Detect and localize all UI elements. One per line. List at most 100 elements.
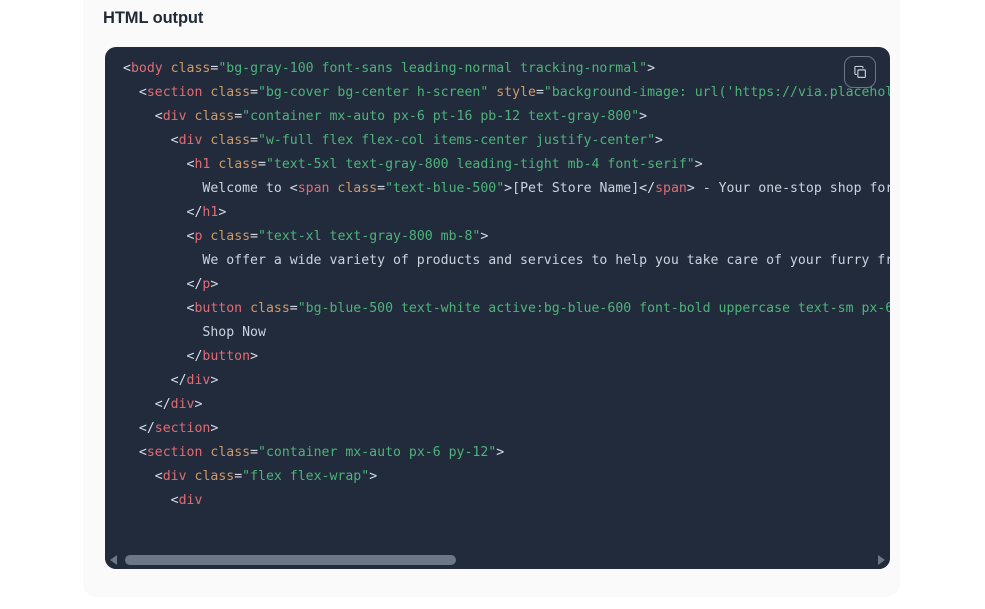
code-token-punct: < bbox=[289, 181, 298, 196]
copy-code-button[interactable] bbox=[844, 56, 876, 88]
code-line: </div> bbox=[123, 369, 890, 393]
code-token-eq: = bbox=[250, 85, 259, 100]
code-token-attr: class bbox=[210, 85, 251, 100]
code-token-punct: > bbox=[694, 157, 703, 172]
code-token-punct: > bbox=[194, 397, 203, 412]
code-line: Welcome to <span class="text-blue-500">[… bbox=[123, 177, 890, 201]
code-token-eq: = bbox=[234, 469, 243, 484]
code-token-punct: > bbox=[504, 181, 513, 196]
code-token-tag: section bbox=[146, 85, 203, 100]
code-token-tag: div bbox=[186, 373, 211, 388]
code-token-tag: h1 bbox=[194, 157, 211, 172]
scroll-right-arrow-icon[interactable] bbox=[873, 551, 890, 569]
code-scroll-viewport[interactable]: <body class="bg-gray-100 font-sans leadi… bbox=[105, 47, 890, 551]
code-token-attr: class bbox=[194, 469, 235, 484]
code-token-punct: < bbox=[138, 85, 147, 100]
code-line: <h1 class="text-5xl text-gray-800 leadin… bbox=[123, 153, 890, 177]
code-token-attr: style bbox=[496, 85, 536, 100]
code-line: <div class="container mx-auto px-6 pt-16… bbox=[123, 105, 890, 129]
code-token-tag: div bbox=[162, 469, 187, 484]
code-line: <button class="bg-blue-500 text-white ac… bbox=[123, 297, 890, 321]
code-token-tag: span bbox=[297, 181, 330, 196]
scrollbar-track[interactable] bbox=[122, 551, 873, 569]
scroll-left-arrow-icon[interactable] bbox=[105, 551, 122, 569]
code-token-eq: = bbox=[289, 301, 298, 316]
code-token-str: "text-blue-500" bbox=[385, 181, 505, 196]
code-token-punct: > bbox=[218, 205, 227, 220]
code-token-eq: = bbox=[234, 109, 243, 124]
scrollbar-thumb[interactable] bbox=[125, 555, 456, 565]
code-line: <section class="bg-cover bg-center h-scr… bbox=[123, 81, 890, 105]
code-token-text: - Your one-stop shop for al bbox=[702, 181, 890, 196]
code-token-str: "container mx-auto px-6 py-12" bbox=[258, 445, 497, 460]
code-token-str: "text-5xl text-gray-800 leading-tight mb… bbox=[265, 157, 695, 172]
code-token-eq: = bbox=[250, 133, 259, 148]
code-token-attr: class bbox=[210, 445, 251, 460]
code-token-punct: </ bbox=[154, 397, 171, 412]
code-lines: <body class="bg-gray-100 font-sans leadi… bbox=[105, 57, 890, 513]
code-line: </p> bbox=[123, 273, 890, 297]
code-line: </button> bbox=[123, 345, 890, 369]
code-line: </div> bbox=[123, 393, 890, 417]
code-token-str: "container mx-auto px-6 pt-16 pb-12 text… bbox=[242, 109, 640, 124]
code-token-eq: = bbox=[250, 229, 259, 244]
code-token-punct: </ bbox=[639, 181, 656, 196]
code-token-punct: < bbox=[154, 109, 163, 124]
code-token-punct: > bbox=[369, 469, 378, 484]
code-token-attr: class bbox=[194, 109, 235, 124]
code-token-eq: = bbox=[377, 181, 386, 196]
code-token-tag: section bbox=[146, 445, 203, 460]
code-token-text: Welcome to bbox=[202, 181, 290, 196]
page-title: HTML output bbox=[103, 9, 204, 27]
code-token-tag: span bbox=[655, 181, 687, 196]
code-token-punct: < bbox=[170, 493, 179, 508]
code-line: We offer a wide variety of products and … bbox=[123, 249, 890, 273]
code-line: <section class="container mx-auto px-6 p… bbox=[123, 441, 890, 465]
code-token-str: "bg-blue-500 text-white active:bg-blue-6… bbox=[297, 301, 890, 316]
code-token-tag: div bbox=[178, 133, 203, 148]
html-output-card: HTML output <body class="bg-gray-100 fon… bbox=[83, 0, 900, 597]
code-token-text: We offer a wide variety of products and … bbox=[202, 253, 890, 268]
code-token-punct: </ bbox=[170, 373, 187, 388]
page-root: HTML output <body class="bg-gray-100 fon… bbox=[0, 0, 985, 609]
code-token-attr: class bbox=[210, 133, 251, 148]
code-token-punct: < bbox=[170, 133, 179, 148]
code-token-tag: body bbox=[130, 61, 163, 76]
code-token-attr: class bbox=[250, 301, 290, 316]
code-token-text: [Pet Store Name] bbox=[512, 181, 640, 196]
code-token-text: Shop Now bbox=[202, 325, 266, 340]
horizontal-scrollbar[interactable] bbox=[105, 551, 890, 569]
code-token-eq: = bbox=[535, 85, 544, 100]
code-token-attr: class bbox=[218, 157, 259, 172]
code-block: <body class="bg-gray-100 font-sans leadi… bbox=[105, 47, 890, 569]
code-token-eq: = bbox=[258, 157, 266, 172]
code-token-attr: class bbox=[210, 229, 251, 244]
code-token-tag: section bbox=[154, 421, 211, 436]
code-token-punct: < bbox=[123, 61, 131, 76]
code-line: <p class="text-xl text-gray-800 mb-8"> bbox=[123, 225, 890, 249]
code-token-punct: </ bbox=[186, 349, 203, 364]
code-token-eq: = bbox=[250, 445, 259, 460]
code-token-str: "bg-cover bg-center h-screen" bbox=[258, 85, 489, 100]
code-token-punct: > bbox=[655, 133, 663, 148]
code-token-punct: < bbox=[138, 445, 147, 460]
copy-icon bbox=[853, 65, 868, 80]
